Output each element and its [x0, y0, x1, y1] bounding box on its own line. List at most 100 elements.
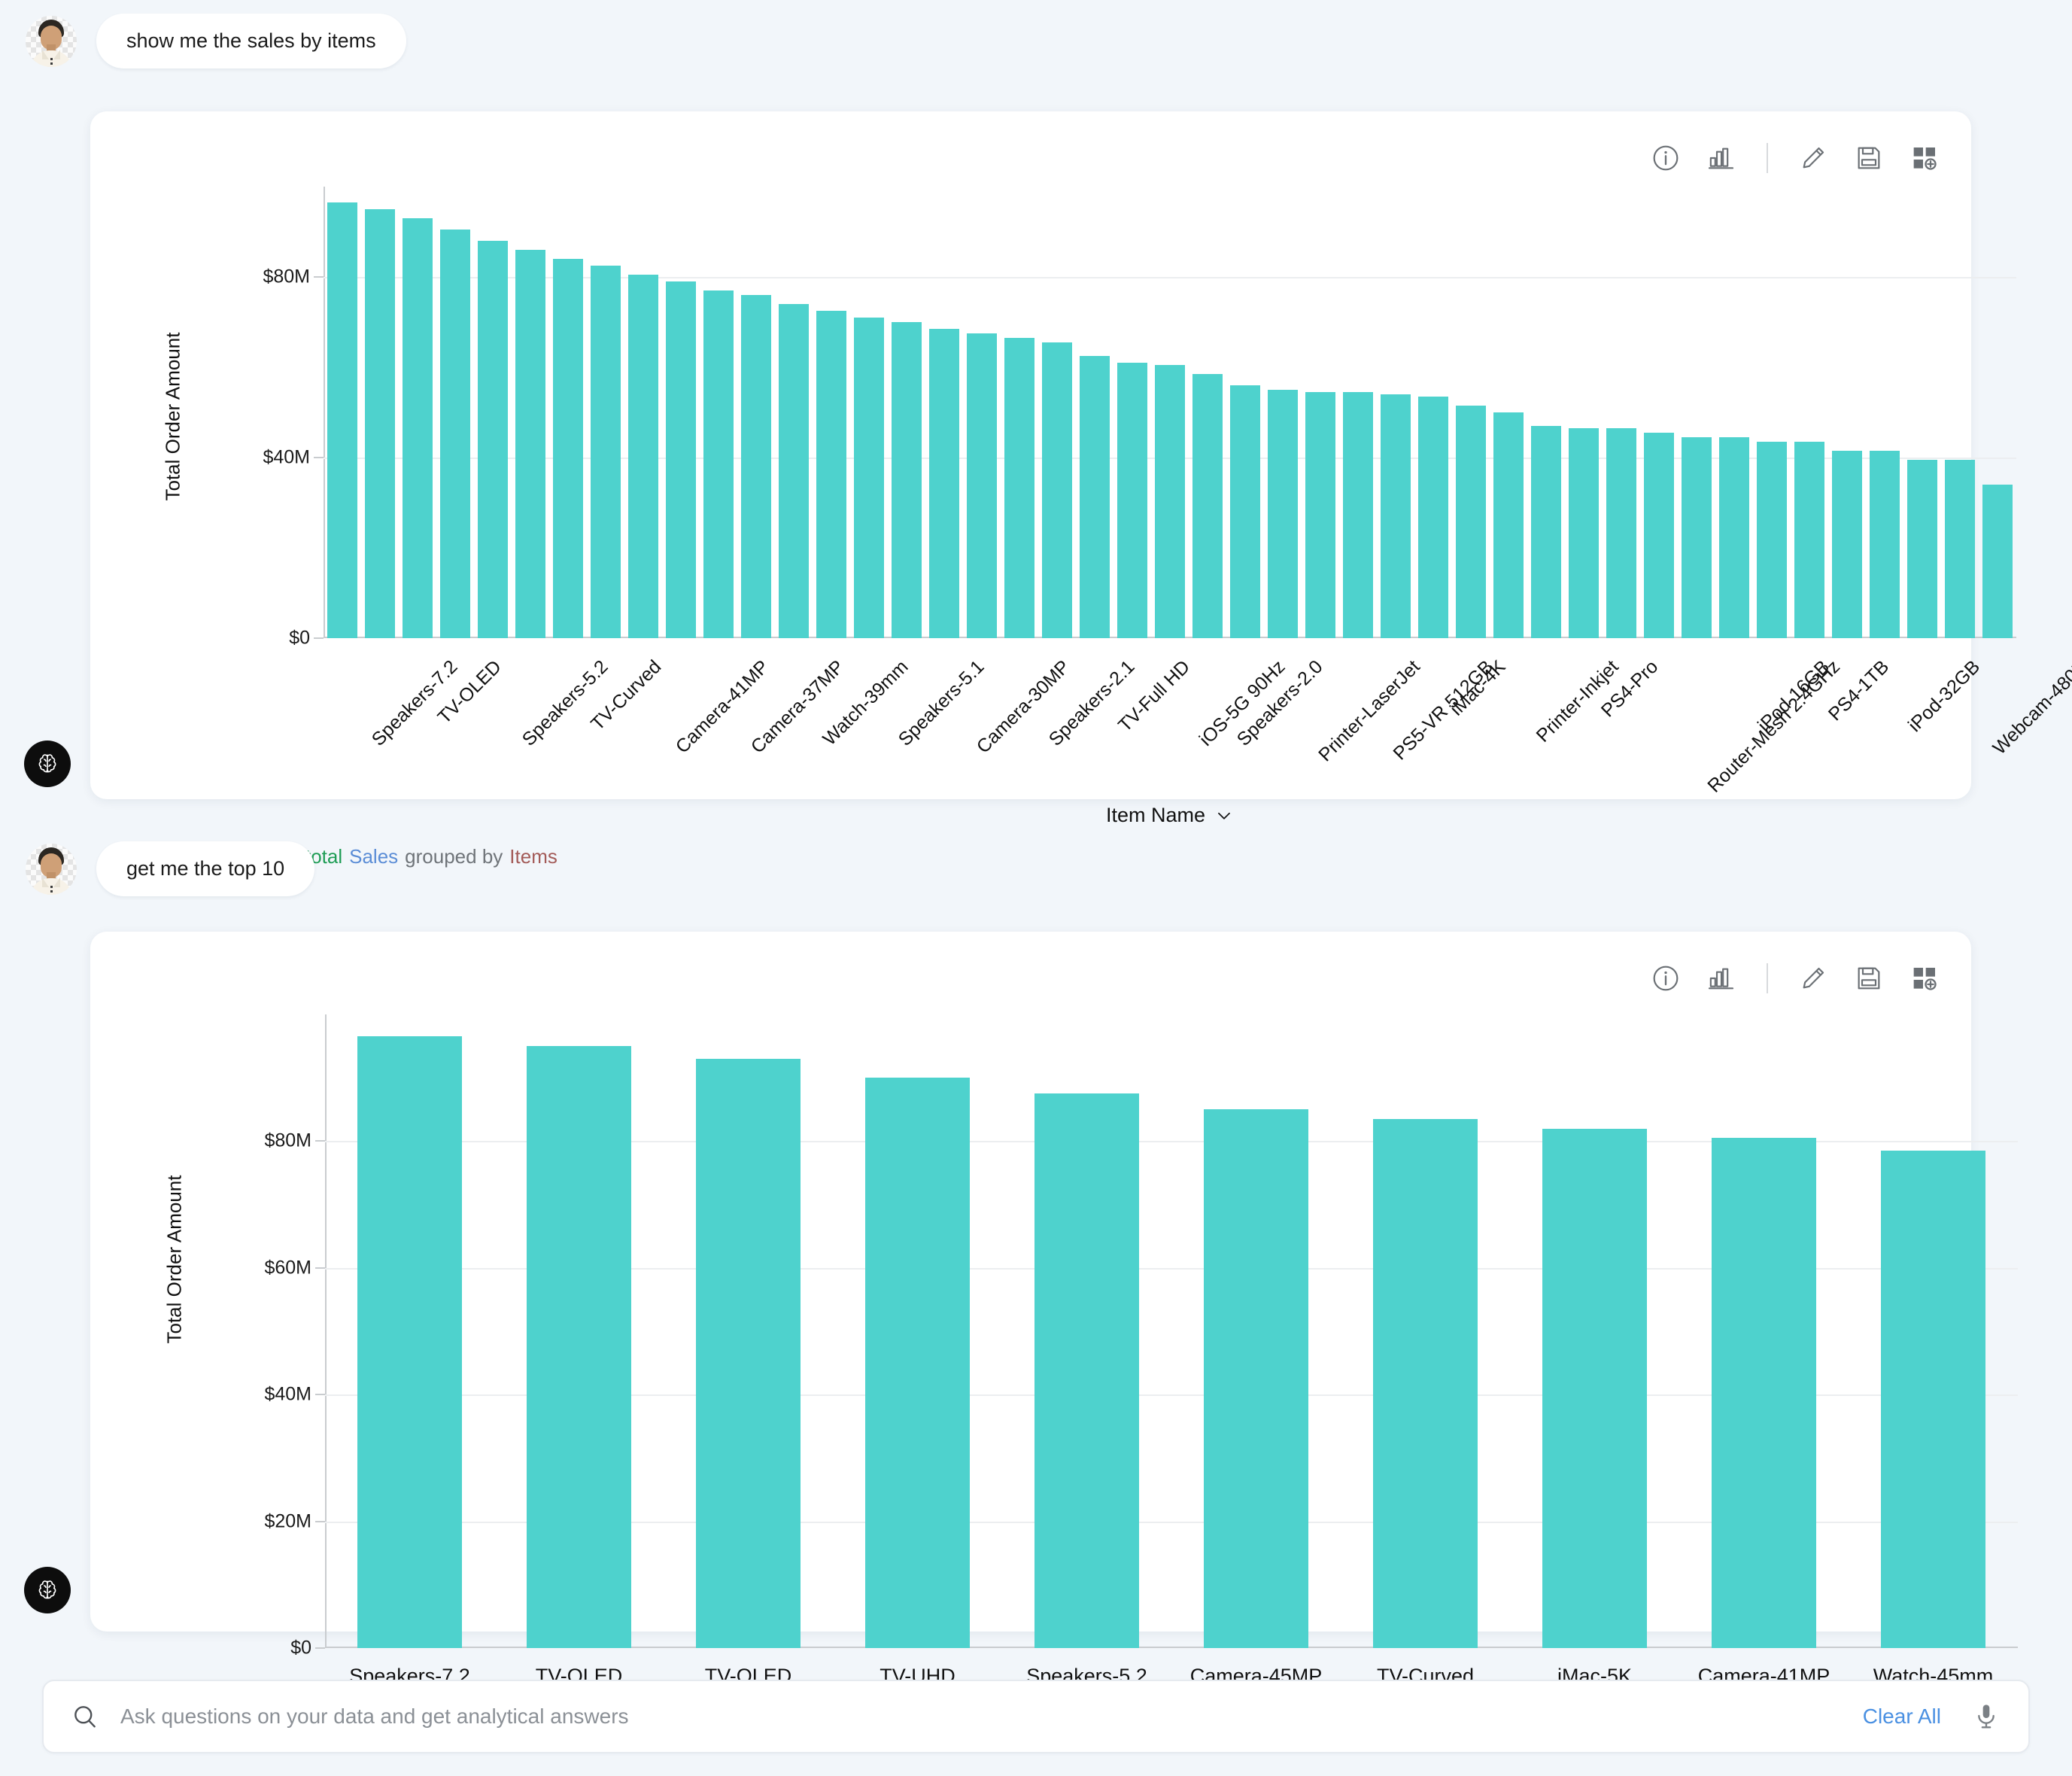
bar[interactable]: [1794, 442, 1824, 638]
user-message-row-2: get me the top 10: [26, 841, 314, 896]
bar[interactable]: [696, 1059, 801, 1648]
bar[interactable]: [1080, 356, 1110, 638]
bar[interactable]: [1945, 460, 1975, 638]
showing-part-1: Sales: [349, 845, 398, 868]
chart-1: Total Order Amount $0$40M$80MSpeakers-7.…: [90, 111, 1971, 799]
chart-1-x-axis-title[interactable]: Item Name: [1106, 804, 1234, 827]
x-tick-label: iPod-32GB: [1904, 656, 1985, 737]
bar[interactable]: [1719, 437, 1749, 638]
bar[interactable]: [1230, 385, 1260, 638]
bar[interactable]: [1155, 365, 1185, 638]
x-tick-label: iPod-16GB: [1754, 656, 1834, 737]
brain-icon: [34, 1577, 61, 1604]
bar[interactable]: [929, 329, 959, 638]
bar[interactable]: [1381, 394, 1411, 638]
bar[interactable]: [854, 318, 884, 638]
bar[interactable]: [865, 1078, 971, 1648]
bar[interactable]: [703, 290, 734, 638]
user-message-bubble: get me the top 10: [96, 841, 314, 896]
chart-1-plot-area: $0$40M$80MSpeakers-7.2TV-OLEDSpeakers-5.…: [324, 187, 2016, 638]
bar[interactable]: [666, 281, 696, 638]
bar[interactable]: [1569, 428, 1599, 638]
bar[interactable]: [1870, 451, 1900, 638]
bar[interactable]: [1373, 1119, 1478, 1648]
assistant-avatar: [24, 1567, 71, 1613]
chart-2: Total Order Amount $0$20M$40M$60M$80MSpe…: [90, 932, 1971, 1632]
bar[interactable]: [403, 218, 433, 638]
showing-part-2: grouped by: [405, 845, 503, 868]
user-avatar: [26, 844, 77, 895]
x-tick-label: Speakers-5.2: [518, 656, 613, 751]
bar[interactable]: [1204, 1109, 1309, 1648]
bar[interactable]: [1712, 1138, 1817, 1648]
bar[interactable]: [628, 275, 658, 638]
search-bar: Clear All: [42, 1680, 2030, 1753]
y-tick-mark: [315, 1394, 325, 1395]
bar[interactable]: [440, 230, 470, 638]
y-tick-mark: [315, 1140, 325, 1142]
bar[interactable]: [1881, 1151, 1986, 1648]
bar[interactable]: [1493, 412, 1524, 638]
bar[interactable]: [1757, 442, 1787, 638]
search-icon: [71, 1702, 99, 1731]
bar[interactable]: [1004, 338, 1034, 638]
y-tick-mark: [315, 1647, 325, 1649]
clear-all-button[interactable]: Clear All: [1863, 1705, 1941, 1729]
user-message-row-1: show me the sales by items: [26, 14, 406, 68]
bar[interactable]: [779, 304, 809, 638]
y-tick-mark: [314, 457, 324, 458]
bar[interactable]: [1343, 392, 1373, 638]
chevron-down-icon: [1214, 806, 1234, 826]
bar[interactable]: [327, 202, 357, 638]
bar[interactable]: [1117, 363, 1147, 638]
bar[interactable]: [1907, 460, 1937, 638]
user-avatar: [26, 16, 77, 67]
y-tick-label: $20M: [264, 1510, 311, 1532]
chart-1-y-axis-title: Total Order Amount: [162, 259, 185, 575]
assistant-avatar: [24, 741, 71, 787]
chart-2-y-axis-title: Total Order Amount: [163, 1102, 187, 1418]
bar[interactable]: [1982, 485, 2013, 638]
answer-card-1: Total Order Amount $0$40M$80MSpeakers-7.…: [90, 111, 1971, 799]
bar[interactable]: [1531, 426, 1561, 638]
bar[interactable]: [741, 295, 771, 638]
bar[interactable]: [357, 1036, 463, 1648]
bar[interactable]: [1305, 392, 1335, 638]
user-message-bubble: show me the sales by items: [96, 14, 406, 68]
bar[interactable]: [1456, 406, 1486, 638]
bar[interactable]: [478, 241, 508, 638]
bar[interactable]: [1542, 1129, 1648, 1648]
bar[interactable]: [553, 259, 583, 638]
bar[interactable]: [1832, 451, 1862, 638]
chart-1-y-axis-line: [324, 187, 325, 638]
bar[interactable]: [892, 322, 922, 638]
y-tick-label: $0: [289, 628, 310, 649]
bar[interactable]: [527, 1046, 632, 1648]
bar[interactable]: [515, 250, 545, 638]
y-tick-label: $40M: [263, 447, 310, 469]
bar[interactable]: [1418, 397, 1448, 638]
bar[interactable]: [1606, 428, 1636, 638]
microphone-icon[interactable]: [1971, 1701, 2001, 1732]
bar[interactable]: [591, 266, 621, 638]
bar[interactable]: [1644, 433, 1674, 638]
search-input[interactable]: [120, 1705, 1863, 1729]
y-tick-label: $60M: [264, 1257, 311, 1279]
bar[interactable]: [1042, 342, 1072, 638]
bar[interactable]: [967, 333, 997, 638]
bar[interactable]: [816, 311, 846, 638]
brain-icon: [34, 750, 61, 777]
chat-analytics-page: show me the sales by items: [0, 0, 2072, 1776]
y-tick-label: $0: [290, 1638, 311, 1659]
bar[interactable]: [1192, 374, 1223, 638]
chart-2-y-axis-line: [325, 1014, 327, 1648]
bar[interactable]: [1682, 437, 1712, 638]
chart-1-x-axis-title-text: Item Name: [1106, 804, 1205, 827]
y-tick-label: $40M: [264, 1384, 311, 1406]
bar[interactable]: [365, 209, 395, 638]
y-tick-mark: [314, 276, 324, 278]
x-tick-label: Webcam-480P: [1988, 656, 2072, 759]
bar[interactable]: [1034, 1093, 1140, 1648]
bar[interactable]: [1268, 390, 1298, 638]
answer-card-2: Total Order Amount $0$20M$40M$60M$80MSpe…: [90, 932, 1971, 1632]
